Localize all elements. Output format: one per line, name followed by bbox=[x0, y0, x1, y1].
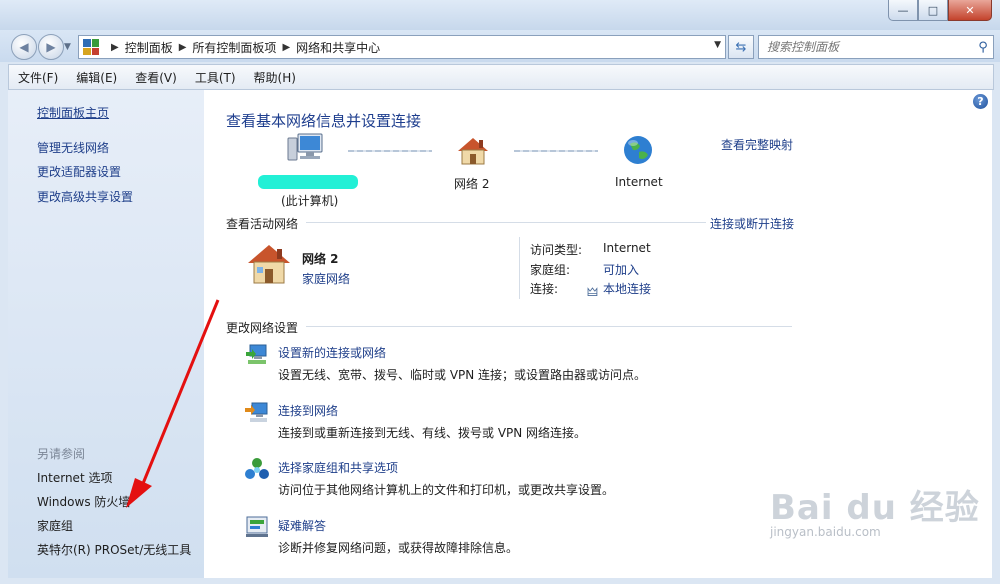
task-description: 设置无线、宽带、拨号、临时或 VPN 连接；或设置路由器或访问点。 bbox=[278, 368, 647, 382]
vertical-divider bbox=[519, 237, 520, 299]
address-row: ◀ ▶ ▼ ▶ 控制面板 ▶ 所有控制面板项 ▶ 网络和共享中心 ▼ ⇆ ⚲ bbox=[0, 30, 1000, 62]
help-icon[interactable]: ? bbox=[973, 94, 988, 109]
history-dropdown-icon[interactable]: ▼ bbox=[64, 42, 71, 52]
window-controls: — □ ✕ bbox=[888, 0, 992, 21]
local-connection-link[interactable]: 本地连接 bbox=[603, 280, 651, 297]
sidebar-control-panel-home[interactable]: 控制面板主页 bbox=[37, 104, 109, 121]
sidebar-internet-options[interactable]: Internet 选项 bbox=[37, 469, 112, 486]
breadcrumb-separator-icon: ▶ bbox=[111, 41, 119, 53]
maximize-button[interactable]: □ bbox=[918, 0, 948, 21]
change-settings-header: 更改网络设置 bbox=[226, 321, 299, 335]
homegroup-join-link[interactable]: 可加入 bbox=[603, 261, 639, 278]
redacted-computer-name bbox=[258, 175, 358, 189]
forward-arrow-icon: ▶ bbox=[46, 40, 56, 54]
task-description: 诊断并修复网络问题，或获得故障排除信息。 bbox=[278, 541, 519, 555]
map-connector bbox=[348, 150, 432, 152]
computer-icon bbox=[287, 133, 323, 161]
internet-label: Internet bbox=[615, 175, 663, 189]
sidebar-advanced-sharing[interactable]: 更改高级共享设置 bbox=[37, 188, 133, 205]
network-type-link[interactable]: 家庭网络 bbox=[302, 270, 350, 287]
computer-label: (此计算机) bbox=[281, 194, 339, 208]
breadcrumb-separator-icon: ▶ bbox=[282, 41, 291, 53]
search-icon[interactable]: ⚲ bbox=[973, 40, 993, 55]
address-bar[interactable]: ▶ 控制面板 ▶ 所有控制面板项 ▶ 网络和共享中心 ▼ bbox=[78, 35, 726, 59]
see-also-header: 另请参阅 bbox=[37, 447, 86, 461]
view-full-map-link[interactable]: 查看完整映射 bbox=[721, 136, 793, 153]
task-title[interactable]: 连接到网络 bbox=[278, 402, 338, 419]
network-house-icon bbox=[246, 243, 292, 288]
search-box[interactable]: ⚲ bbox=[758, 35, 994, 59]
globe-icon bbox=[624, 136, 652, 164]
access-type-value: Internet bbox=[603, 241, 651, 255]
task-title[interactable]: 选择家庭组和共享选项 bbox=[278, 459, 398, 476]
sidebar: 控制面板主页 管理无线网络 更改适配器设置 更改高级共享设置 另请参阅 Inte… bbox=[8, 90, 204, 578]
sidebar-manage-wireless[interactable]: 管理无线网络 bbox=[37, 139, 109, 156]
menu-help[interactable]: 帮助(H) bbox=[245, 69, 305, 86]
active-networks-header: 查看活动网络 bbox=[226, 217, 299, 231]
section-divider bbox=[306, 326, 792, 327]
back-button[interactable]: ◀ bbox=[11, 34, 37, 60]
breadcrumb-separator-icon: ▶ bbox=[178, 41, 187, 53]
minimize-button[interactable]: — bbox=[888, 0, 918, 21]
internet-node[interactable] bbox=[622, 134, 654, 169]
refresh-icon: ⇆ bbox=[735, 39, 747, 55]
sidebar-intel-proset[interactable]: 英特尔(R) PROSet/无线工具 bbox=[37, 541, 191, 558]
troubleshoot-icon bbox=[246, 516, 268, 537]
connection-label: 连接: bbox=[530, 282, 559, 296]
sidebar-homegroup[interactable]: 家庭组 bbox=[37, 517, 73, 534]
menu-view[interactable]: 查看(V) bbox=[126, 69, 186, 86]
sidebar-change-adapter[interactable]: 更改适配器设置 bbox=[37, 163, 121, 180]
task-title[interactable]: 设置新的连接或网络 bbox=[278, 344, 386, 361]
map-connector bbox=[514, 150, 598, 152]
control-panel-icon bbox=[83, 39, 99, 55]
active-network-name: 网络 2 bbox=[302, 252, 339, 266]
menu-edit[interactable]: 编辑(E) bbox=[67, 69, 126, 86]
homegroup-label: 家庭组: bbox=[530, 263, 571, 277]
sidebar-windows-firewall[interactable]: Windows 防火墙 bbox=[37, 493, 130, 510]
homegroup-icon bbox=[245, 458, 269, 479]
address-dropdown-icon[interactable]: ▼ bbox=[714, 40, 721, 50]
forward-button[interactable]: ▶ bbox=[38, 34, 64, 60]
task-description: 访问位于其他网络计算机上的文件和打印机，或更改共享设置。 bbox=[278, 483, 615, 497]
page-title: 查看基本网络信息并设置连接 bbox=[226, 112, 422, 130]
refresh-button[interactable]: ⇆ bbox=[728, 35, 754, 59]
breadcrumb-all-items[interactable]: 所有控制面板项 bbox=[192, 39, 276, 56]
back-arrow-icon: ◀ bbox=[19, 40, 29, 54]
title-bar: — □ ✕ bbox=[0, 0, 1000, 30]
task-title[interactable]: 疑难解答 bbox=[278, 517, 326, 534]
ethernet-plug-icon: 🜲 bbox=[587, 285, 598, 299]
menu-tools[interactable]: 工具(T) bbox=[186, 69, 245, 86]
new-connection-icon bbox=[246, 344, 267, 364]
house-icon bbox=[458, 138, 488, 165]
search-input[interactable] bbox=[765, 39, 973, 55]
access-type-label: 访问类型: bbox=[530, 243, 583, 257]
computer-node bbox=[286, 132, 326, 169]
connect-disconnect-link[interactable]: 连接或断开连接 bbox=[710, 215, 794, 232]
network-label: 网络 2 bbox=[454, 177, 490, 191]
main-content: ? 查看基本网络信息并设置连接 查看完整映射 (此计算机) 网络 2 Inter… bbox=[204, 90, 992, 578]
close-button[interactable]: ✕ bbox=[948, 0, 992, 21]
network-node[interactable] bbox=[456, 136, 490, 169]
menu-bar: 文件(F) 编辑(E) 查看(V) 工具(T) 帮助(H) bbox=[8, 64, 994, 90]
menu-file[interactable]: 文件(F) bbox=[9, 69, 67, 86]
task-description: 连接到或重新连接到无线、有线、拨号或 VPN 网络连接。 bbox=[278, 426, 587, 440]
section-divider bbox=[306, 222, 706, 223]
breadcrumb-network-center[interactable]: 网络和共享中心 bbox=[296, 39, 380, 56]
breadcrumb-control-panel[interactable]: 控制面板 bbox=[125, 39, 173, 56]
connect-network-icon bbox=[245, 402, 268, 422]
